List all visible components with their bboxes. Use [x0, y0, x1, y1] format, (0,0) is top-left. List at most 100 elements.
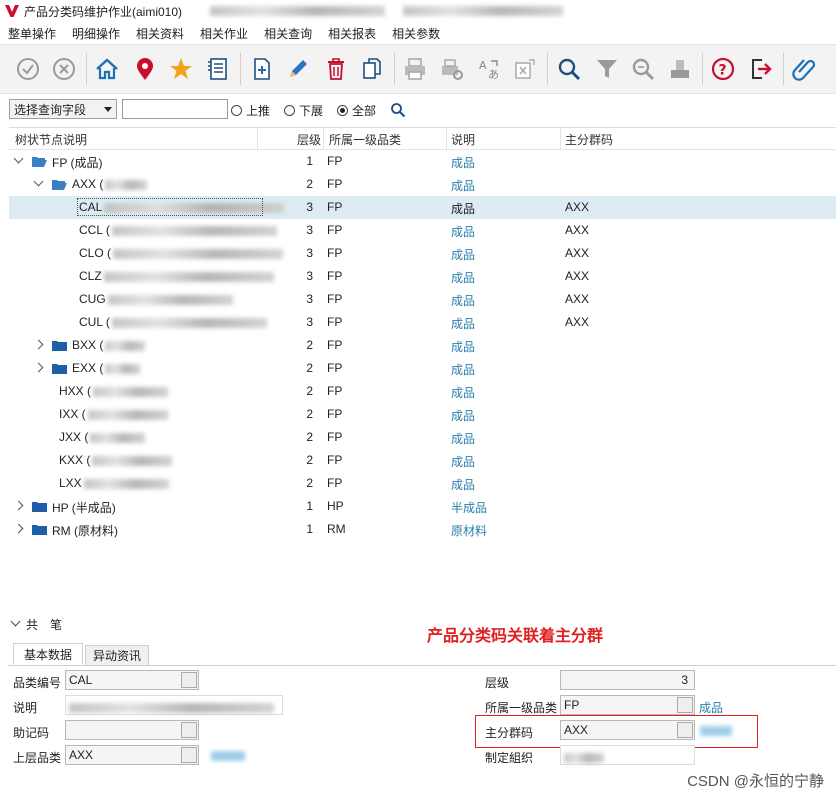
location-pin-icon[interactable]	[130, 54, 160, 84]
tree-cell-level: 3	[306, 223, 313, 237]
redacted-text	[111, 317, 267, 328]
tree-row[interactable]: EXX (2 FP 成品	[9, 357, 836, 380]
svg-text:A: A	[479, 59, 487, 72]
chevron-right-icon[interactable]	[33, 339, 44, 350]
search-icon[interactable]	[554, 54, 584, 84]
tree-cell-category: HP	[327, 499, 344, 513]
tab-basic-data[interactable]: 基本数据	[13, 643, 83, 665]
tree-row[interactable]: JXX (2 FP 成品	[9, 426, 836, 449]
redacted-text	[87, 409, 168, 420]
tree-node-label: HP (半成品)	[52, 499, 116, 516]
col-header-category[interactable]: 所属一级品类	[329, 131, 401, 148]
menu-item-0[interactable]: 整单操作	[8, 25, 56, 42]
col-header-level[interactable]: 层级	[297, 131, 321, 148]
tree-node-code: AXX (	[72, 177, 104, 191]
category-field[interactable]: FP	[560, 695, 695, 715]
home-icon[interactable]	[92, 54, 122, 84]
tree-row[interactable]: CUL (3 FP 成品 AXX	[9, 311, 836, 334]
tree-cell-desc: 原材料	[451, 524, 488, 538]
menu-item-5[interactable]: 相关报表	[328, 25, 376, 42]
star-icon[interactable]	[166, 54, 196, 84]
filter-icon[interactable]	[592, 54, 622, 84]
folder-icon	[52, 364, 67, 374]
lookup-search-icon[interactable]	[181, 747, 197, 763]
radio-down[interactable]: 下展	[284, 102, 323, 119]
copy-icon[interactable]	[357, 54, 387, 84]
menu-item-6[interactable]: 相关参数	[392, 25, 440, 42]
tree-row[interactable]: RM (原材料) 1 RM 原材料	[9, 518, 836, 541]
query-field-select[interactable]: 选择查询字段	[9, 99, 117, 119]
tree-node-label: KXX (	[59, 453, 173, 467]
add-page-icon[interactable]	[247, 54, 277, 84]
tree-row[interactable]: IXX (2 FP 成品	[9, 403, 836, 426]
lookup-icon[interactable]	[181, 722, 197, 738]
focus-outline	[77, 198, 263, 216]
tab-change-info[interactable]: 异动资讯	[85, 645, 149, 665]
level-field[interactable]: 3	[560, 670, 695, 690]
tree-row[interactable]: LXX 2 FP 成品	[9, 472, 836, 495]
chevron-right-icon[interactable]	[33, 362, 44, 373]
org-field[interactable]	[560, 745, 695, 765]
chevron-right-icon[interactable]	[13, 500, 24, 511]
menu-item-2[interactable]: 相关资料	[136, 25, 184, 42]
attachment-icon[interactable]	[789, 54, 819, 84]
tree-row[interactable]: AXX (2 FP 成品	[9, 173, 836, 196]
tree-row[interactable]: CCL (3 FP 成品 AXX	[9, 219, 836, 242]
tree-row[interactable]: KXX (2 FP 成品	[9, 449, 836, 472]
memo-field[interactable]	[65, 720, 199, 740]
chevron-down-icon[interactable]	[13, 153, 24, 164]
parent-field[interactable]: AXX	[65, 745, 199, 765]
query-icon[interactable]	[628, 54, 658, 84]
exit-icon[interactable]	[746, 54, 776, 84]
chevron-down-icon[interactable]	[10, 616, 21, 627]
col-header-name[interactable]: 树状节点说明	[15, 131, 87, 148]
tree-cell-level: 2	[306, 384, 313, 398]
tree-row[interactable]: HXX (2 FP 成品	[9, 380, 836, 403]
tree-cell-group: AXX	[565, 223, 590, 237]
tree-node-label: RM (原材料)	[52, 522, 118, 539]
chevron-down-icon[interactable]	[33, 176, 44, 187]
lookup-search-icon[interactable]	[677, 697, 693, 713]
help-icon[interactable]: ?	[708, 54, 738, 84]
col-header-group[interactable]: 主分群码	[565, 131, 613, 148]
stamp-icon[interactable]	[665, 54, 695, 84]
col-header-desc[interactable]: 说明	[451, 131, 475, 148]
tree-cell-level: 3	[306, 246, 313, 260]
tree-node-label: FP (成品)	[52, 154, 102, 171]
category-label: 所属一级品类	[485, 701, 558, 715]
folder-open-icon	[52, 180, 67, 190]
radio-up[interactable]: 上推	[231, 102, 270, 119]
tree-cell-level: 2	[306, 407, 313, 421]
trash-icon[interactable]	[321, 54, 351, 84]
redacted-text	[403, 6, 564, 16]
menu-item-1[interactable]: 明细操作	[72, 25, 120, 42]
tree-cell-category: FP	[327, 453, 343, 467]
code-field[interactable]: CAL	[65, 670, 199, 690]
list-icon[interactable]	[203, 54, 233, 84]
search-icon[interactable]	[390, 102, 406, 118]
lookup-search-icon[interactable]	[181, 672, 197, 688]
tree-row[interactable]: CUG 3 FP 成品 AXX	[9, 288, 836, 311]
tree-row[interactable]: FP (成品) 1 FP 成品	[9, 150, 836, 173]
redacted-text	[111, 225, 277, 236]
tree-cell-category: FP	[327, 246, 343, 260]
query-input[interactable]	[122, 99, 228, 119]
tree-row[interactable]: HP (半成品) 1 HP 半成品	[9, 495, 836, 518]
tree-node-code: CCL (	[79, 223, 110, 237]
chevron-right-icon[interactable]	[13, 523, 24, 534]
edit-pencil-icon[interactable]	[283, 54, 313, 84]
radio-all[interactable]: 全部	[337, 102, 376, 119]
record-count-label: 共 笔	[26, 618, 63, 632]
tree-row[interactable]: CAL 3 FP 成品 AXX	[9, 196, 836, 219]
menu-item-3[interactable]: 相关作业	[200, 25, 248, 42]
desc-field[interactable]	[65, 695, 283, 715]
tree-row[interactable]: CLO (3 FP 成品 AXX	[9, 242, 836, 265]
menu-item-4[interactable]: 相关查询	[264, 25, 312, 42]
tree-row[interactable]: BXX (2 FP 成品	[9, 334, 836, 357]
check-circle-icon[interactable]	[13, 54, 43, 84]
tree-cell-desc: 成品	[451, 156, 476, 170]
tree-node-code: CUG	[79, 292, 106, 306]
tree-row[interactable]: CLZ 3 FP 成品 AXX	[9, 265, 836, 288]
cancel-circle-icon[interactable]	[49, 54, 79, 84]
tree-cell-level: 1	[306, 154, 313, 168]
